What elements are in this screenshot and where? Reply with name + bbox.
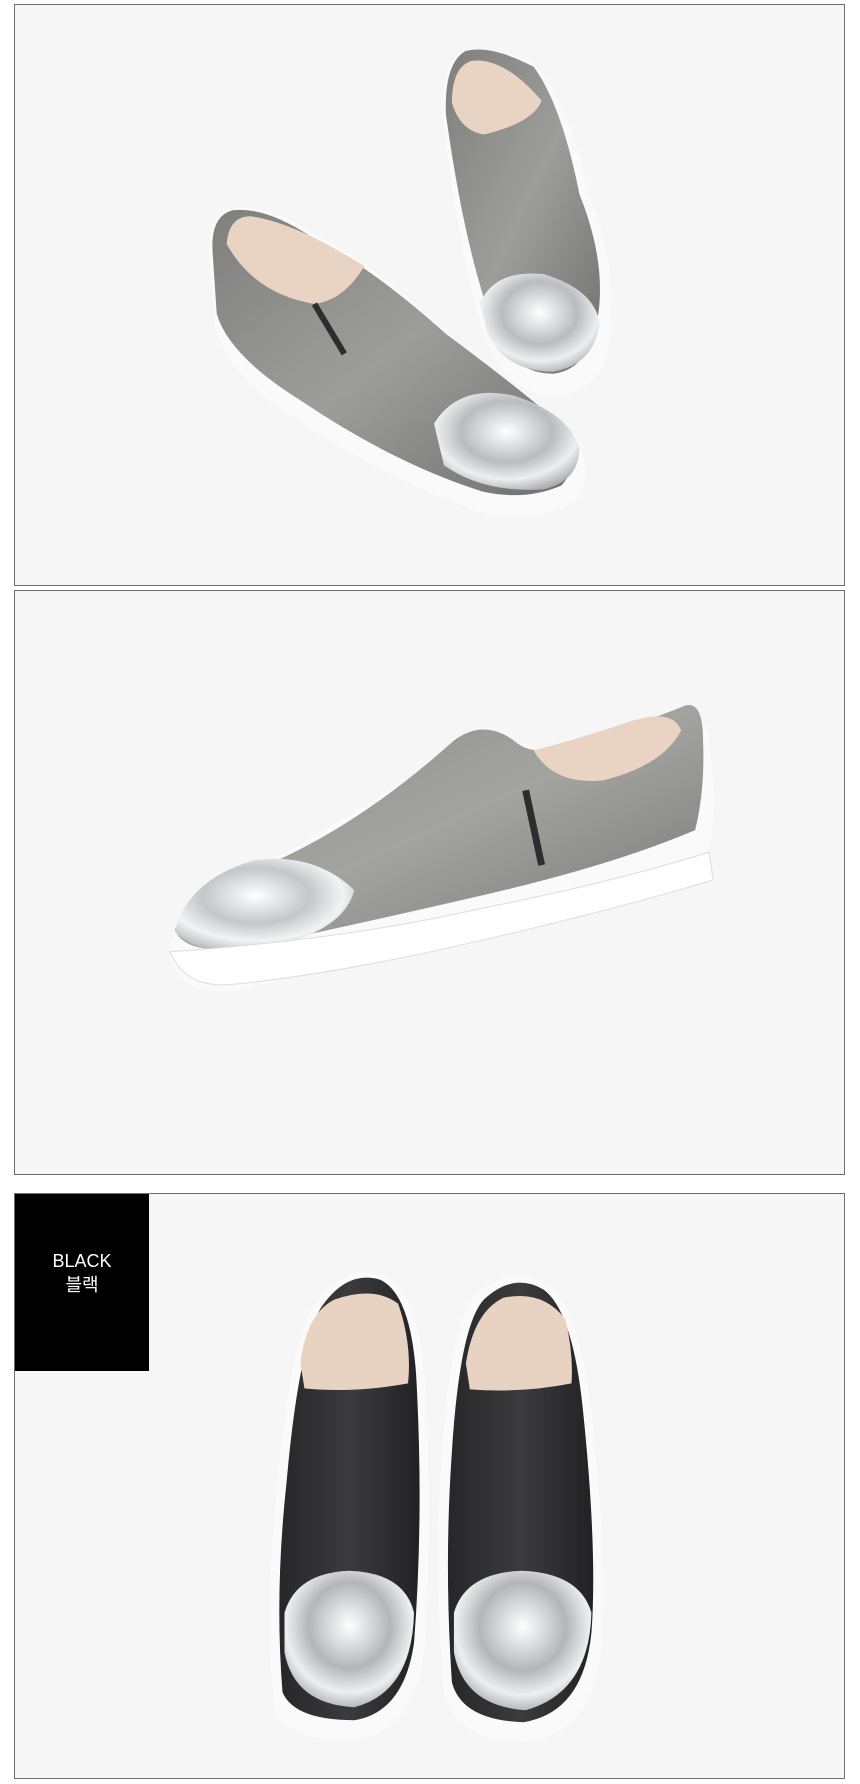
color-name-english: BLACK (52, 1250, 112, 1271)
color-name-korean: 블랙 (65, 1274, 99, 1295)
product-photo-gray-pair (14, 4, 845, 586)
left-black-shoe (270, 1272, 430, 1741)
product-photo-gray-side (14, 590, 845, 1175)
gray-shoe-side-illustration (169, 705, 714, 992)
side-shoe (169, 705, 714, 992)
product-photo-black-pair: BLACK 블랙 (14, 1193, 845, 1779)
right-black-shoe (438, 1275, 604, 1743)
color-option-badge: BLACK 블랙 (15, 1194, 149, 1371)
back-shoe (442, 49, 612, 396)
gray-shoe-pair-illustration (208, 49, 612, 517)
